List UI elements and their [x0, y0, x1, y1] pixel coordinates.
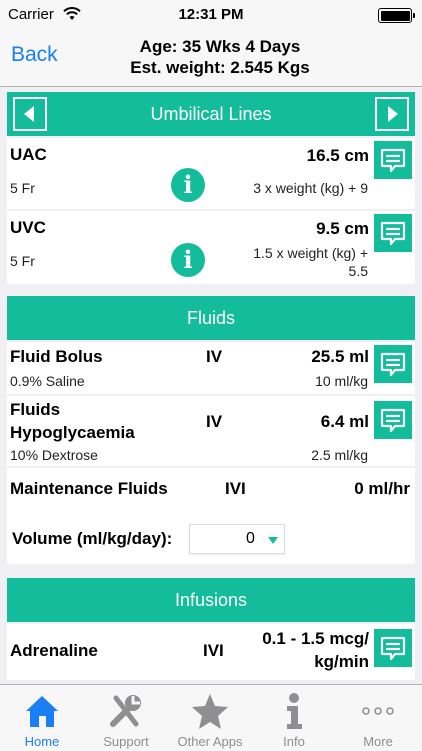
volume-label: Volume (ml/kg/day): [12, 529, 173, 548]
hypoglycaemia-note-button[interactable] [374, 401, 412, 439]
uac-value: 16.5 cm [306, 146, 369, 165]
maintenance-fluids-row: Maintenance Fluids IVI 0 ml/hr Volume (m… [7, 468, 415, 564]
tab-more-label: More [363, 734, 393, 749]
navigation-bar: Back Age: 35 Wks 4 Days Est. weight: 2.5… [0, 30, 422, 87]
note-icon [380, 148, 406, 173]
previous-button[interactable] [13, 97, 47, 131]
info-icon [287, 693, 302, 729]
volume-select-value: 0 [246, 530, 255, 547]
umbilical-lines-header: Umbilical Lines [7, 92, 415, 136]
uvc-formula-line2: 5.5 [348, 263, 368, 279]
note-icon [380, 352, 406, 377]
status-bar: Carrier 12:31 PM [0, 0, 422, 30]
tab-support-label: Support [103, 734, 149, 749]
adrenaline-value-line1: 0.1 - 1.5 mcg/ [262, 629, 369, 648]
nav-title: Age: 35 Wks 4 Days Est. weight: 2.545 Kg… [90, 36, 350, 78]
uvc-note-button[interactable] [374, 214, 412, 252]
uvc-label: UVC [10, 218, 46, 237]
tools-icon [110, 695, 141, 727]
tab-bar: Home Support Other Apps Info More [0, 684, 422, 751]
fluids-header: Fluids [7, 296, 415, 340]
fluids-hypoglycaemia-row: Fluids Hypoglycaemia IV 6.4 ml 10% Dextr… [7, 396, 415, 466]
uac-info-button[interactable]: i [171, 168, 205, 202]
adrenaline-row: Adrenaline IVI 0.1 - 1.5 mcg/ kg/min [7, 624, 415, 680]
uac-label: UAC [10, 145, 47, 164]
volume-select[interactable]: 0 [189, 524, 285, 554]
adrenaline-note-button[interactable] [374, 629, 412, 667]
more-icon [362, 707, 394, 715]
note-icon [380, 408, 406, 433]
fluid-bolus-label: Fluid Bolus [10, 347, 103, 366]
tab-other-apps-label: Other Apps [177, 734, 243, 749]
tab-support[interactable]: Support [84, 685, 168, 751]
next-button[interactable] [375, 97, 409, 131]
infusions-title: Infusions [7, 578, 415, 622]
hypoglycaemia-dose: 2.5 ml/kg [311, 447, 368, 463]
chevron-left-icon [24, 106, 34, 122]
uvc-formula-line1: 1.5 x weight (kg) + [253, 245, 368, 261]
hypoglycaemia-label-line1: Fluids [10, 400, 61, 419]
hypoglycaemia-label-line2: Hypoglycaemia [10, 423, 135, 442]
tab-other-apps[interactable]: Other Apps [168, 685, 252, 751]
tab-home-label: Home [24, 734, 60, 749]
maintenance-label: Maintenance Fluids [10, 479, 168, 498]
chevron-right-icon [388, 106, 398, 122]
adrenaline-value-line2: kg/min [314, 652, 369, 671]
uvc-value: 9.5 cm [316, 219, 369, 238]
home-icon [26, 696, 58, 727]
adrenaline-label: Adrenaline [10, 641, 98, 660]
tab-info[interactable]: Info [252, 685, 336, 751]
maintenance-route: IVI [225, 479, 246, 498]
fluid-bolus-row: Fluid Bolus IV 25.5 ml 0.9% Saline 10 ml… [7, 342, 415, 394]
adrenaline-route: IVI [203, 641, 224, 660]
info-icon: i [183, 170, 193, 199]
back-button[interactable]: Back [11, 43, 58, 67]
infusions-header: Infusions [7, 578, 415, 622]
umbilical-title: Umbilical Lines [7, 92, 415, 136]
battery-icon [378, 8, 415, 23]
uvc-row: UVC 5 Fr i 9.5 cm 1.5 x weight (kg) + 5.… [7, 211, 415, 284]
info-icon: i [183, 245, 193, 274]
weight-label: Est. weight: 2.545 Kgs [130, 58, 310, 77]
tab-home[interactable]: Home [0, 685, 84, 751]
hypoglycaemia-value: 6.4 ml [320, 412, 369, 431]
fluid-bolus-route: IV [206, 347, 223, 366]
fluid-bolus-value: 25.5 ml [311, 347, 369, 366]
fluid-bolus-detail: 0.9% Saline [10, 373, 85, 389]
uac-note-button[interactable] [374, 141, 412, 179]
note-icon [380, 636, 406, 661]
uac-row: UAC 5 Fr i 16.5 cm 3 x weight (kg) + 9 [7, 138, 415, 209]
fluid-bolus-note-button[interactable] [374, 345, 412, 383]
note-icon [380, 221, 406, 246]
tab-more[interactable]: More [336, 685, 420, 751]
hypoglycaemia-route: IV [206, 412, 223, 431]
status-time: 12:31 PM [178, 6, 244, 23]
chevron-down-icon [268, 537, 278, 544]
fluids-title: Fluids [7, 296, 415, 340]
star-icon [192, 694, 228, 729]
fluid-bolus-dose: 10 ml/kg [315, 373, 368, 389]
uac-formula: 3 x weight (kg) + 9 [253, 180, 368, 196]
hypoglycaemia-detail: 10% Dextrose [10, 447, 98, 463]
age-label: Age: 35 Wks 4 Days [139, 37, 301, 56]
maintenance-value: 0 ml/hr [354, 479, 410, 498]
uvc-info-button[interactable]: i [171, 243, 205, 277]
tab-info-label: Info [283, 734, 305, 749]
uac-size: 5 Fr [10, 180, 35, 196]
uvc-size: 5 Fr [10, 253, 35, 269]
